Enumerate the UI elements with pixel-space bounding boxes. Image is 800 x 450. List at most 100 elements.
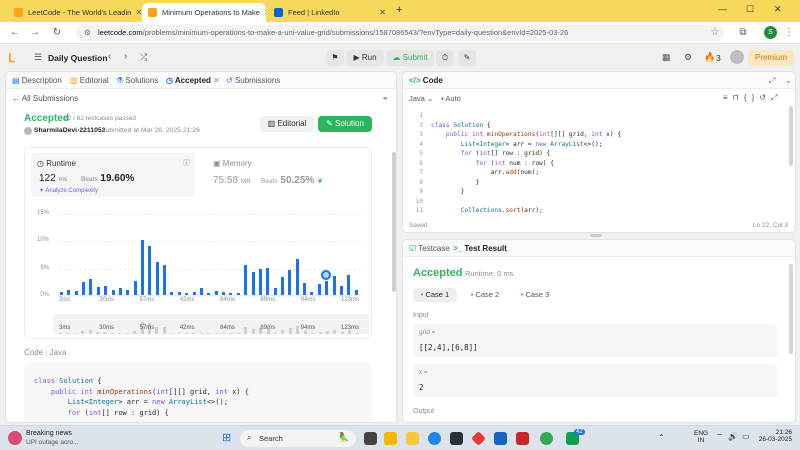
runtime-box[interactable]: ◷ Runtime ⓘ 122 ms Beats 19.60% ✦ Analyz… xyxy=(31,153,195,197)
runtime-bar[interactable] xyxy=(96,287,100,295)
close-tab-icon[interactable]: ✕ xyxy=(211,76,220,85)
analyze-complexity-link[interactable]: ✦ Analyze Complexity xyxy=(39,187,98,194)
info-icon[interactable]: ⓘ xyxy=(183,158,190,168)
user-avatar[interactable] xyxy=(730,50,744,64)
case-2-button[interactable]: • Case 2 xyxy=(463,288,507,302)
file-explorer-icon[interactable] xyxy=(406,432,419,445)
site-info-icon[interactable]: ⚙ xyxy=(84,25,91,41)
runtime-bar[interactable] xyxy=(192,292,196,295)
runtime-bar[interactable] xyxy=(339,286,343,295)
code-line[interactable]: for (int[] row : grid) { xyxy=(431,149,785,159)
runtime-bar[interactable] xyxy=(251,271,255,295)
case-3-button[interactable]: • Case 3 xyxy=(513,288,557,302)
runtime-bar[interactable] xyxy=(170,291,174,295)
range-selector[interactable]: 3ms 30ms 57ms 42ms 84ms 89ms 94ms 123ms xyxy=(53,314,369,334)
url-input[interactable]: ⚙ leetcode.com/problems/minimum-operatio… xyxy=(76,25,724,41)
runtime-bar[interactable] xyxy=(141,240,145,295)
runtime-bar[interactable] xyxy=(244,264,248,295)
submitted-code-block[interactable]: class Solution { public int minOperation… xyxy=(24,362,372,422)
tab-editorial[interactable]: ▥ Editorial xyxy=(70,76,109,85)
bookmark-icon[interactable]: ⊓ xyxy=(733,93,744,102)
volume-icon[interactable]: 🔊 xyxy=(728,432,738,441)
shuffle-icon[interactable]: ⤮ xyxy=(140,52,147,63)
braces-icon[interactable]: {} xyxy=(744,93,759,102)
chrome-icon[interactable] xyxy=(540,432,553,445)
reset-icon[interactable]: ↺ xyxy=(759,93,771,102)
clock[interactable]: 21:26 26-03-2025 xyxy=(756,429,792,443)
runtime-bar[interactable] xyxy=(199,288,203,295)
runtime-bar[interactable] xyxy=(229,292,233,295)
runtime-bar[interactable] xyxy=(104,285,108,295)
auto-mode-toggle[interactable]: ▪ Auto xyxy=(441,94,461,103)
mcafee-icon[interactable] xyxy=(516,432,529,445)
code-line[interactable]: } xyxy=(431,178,785,188)
panel-menu-icon[interactable]: ⌄ xyxy=(785,76,792,85)
runtime-bar[interactable] xyxy=(155,262,159,295)
debug-icon[interactable]: ⚑ xyxy=(326,50,344,66)
news-widget-icon[interactable] xyxy=(8,431,22,445)
runtime-bar[interactable] xyxy=(310,292,314,295)
app-red-diamond-icon[interactable] xyxy=(471,431,486,446)
runtime-bar[interactable] xyxy=(222,292,226,295)
close-window-button[interactable]: ✕ xyxy=(774,4,782,15)
browser-tab-leetcode-home[interactable]: LeetCode - The World's Leadin ✕ xyxy=(8,3,142,22)
edge-browser-icon[interactable] xyxy=(428,432,441,445)
maximize-panel-icon[interactable]: ⤢ xyxy=(769,76,775,86)
tab-testcase[interactable]: ☑ Testcase xyxy=(409,244,450,253)
maximize-window-button[interactable]: ☐ xyxy=(746,4,754,15)
runtime-bar[interactable] xyxy=(303,282,307,295)
code-line[interactable]: Collections.sort(arr); xyxy=(431,206,785,216)
widgets-icon[interactable] xyxy=(384,432,397,445)
code-line[interactable]: arr.add(num); xyxy=(431,168,785,178)
runtime-bar[interactable] xyxy=(133,281,137,295)
store-icon[interactable] xyxy=(450,432,463,445)
tab-code[interactable]: </> Code xyxy=(409,76,443,85)
runtime-bar[interactable] xyxy=(236,293,240,295)
runtime-bar[interactable] xyxy=(148,245,152,295)
runtime-bar[interactable] xyxy=(126,289,130,295)
app-blue-icon[interactable] xyxy=(494,432,507,445)
grid-input-block[interactable]: grid = [[2,4],[6,8]] xyxy=(413,324,777,358)
tab-test-result[interactable]: >_ Test Result xyxy=(453,244,507,253)
your-submission-marker[interactable] xyxy=(321,270,332,281)
premium-button[interactable]: Premium xyxy=(748,50,794,66)
task-view-icon[interactable] xyxy=(364,432,377,445)
result-scrollbar[interactable] xyxy=(789,264,793,354)
new-tab-button[interactable]: + xyxy=(396,4,402,16)
code-line[interactable]: ​ xyxy=(431,111,785,121)
language-indicator[interactable]: ENG IN xyxy=(694,430,708,444)
browser-menu-icon[interactable]: ⋮ xyxy=(782,26,796,40)
profile-avatar[interactable]: S xyxy=(764,26,777,39)
runtime-bar[interactable] xyxy=(163,264,167,295)
back-arrow-icon[interactable]: ← xyxy=(8,26,22,40)
code-line[interactable]: for (int num : row) { xyxy=(431,159,785,169)
layout-icon[interactable]: ▦ xyxy=(662,52,671,63)
tab-submissions[interactable]: ↺ Submissions xyxy=(226,76,280,85)
code-line[interactable]: public int minOperations(int[][] grid, i… xyxy=(431,130,785,140)
wifi-icon[interactable]: ⌔ xyxy=(716,432,724,442)
tray-chevron-up-icon[interactable]: ⌃ xyxy=(658,433,665,442)
runtime-bar[interactable] xyxy=(185,292,189,295)
runtime-bar[interactable] xyxy=(280,276,284,295)
editor-scrollbar[interactable] xyxy=(789,106,793,166)
code-line[interactable]: List<Integer> arr = new ArrayList<>(); xyxy=(431,140,785,150)
browser-tab-linkedin[interactable]: Feed | LinkedIn ✕ xyxy=(268,3,392,22)
runtime-distribution-chart[interactable]: 15% 10% 5% 0% 3ms 30ms 57ms 42ms 84ms 89ms 94ms 12… xyxy=(25,208,371,336)
code-line[interactable]: } xyxy=(431,187,785,197)
leetcode-logo-icon[interactable]: ᒪ xyxy=(8,51,20,65)
settings-gear-icon[interactable]: ⚙ xyxy=(684,52,692,63)
code-editor[interactable]: ​class Solution { public int minOperatio… xyxy=(431,111,785,216)
panel-resize-handle[interactable] xyxy=(590,234,602,237)
submit-button[interactable]: ☁ Submit xyxy=(386,50,434,66)
problem-list-icon[interactable]: ☰ xyxy=(34,52,42,63)
streak-fire-icon[interactable]: 🔥 xyxy=(704,52,715,63)
code-line[interactable]: class Solution { xyxy=(431,121,785,131)
runtime-bar[interactable] xyxy=(207,292,211,295)
all-submissions-link[interactable]: ← All Submissions xyxy=(12,94,78,103)
tab-accepted[interactable]: ◷ Accepted ✕ xyxy=(166,76,220,85)
runtime-bar[interactable] xyxy=(347,275,351,295)
taskbar-search-input[interactable]: ⌕ Search 🦜 xyxy=(240,430,356,447)
runtime-bar[interactable] xyxy=(67,289,71,295)
case-1-button[interactable]: • Case 1 xyxy=(413,288,457,302)
windows-start-icon[interactable]: ⊞ xyxy=(222,432,231,445)
